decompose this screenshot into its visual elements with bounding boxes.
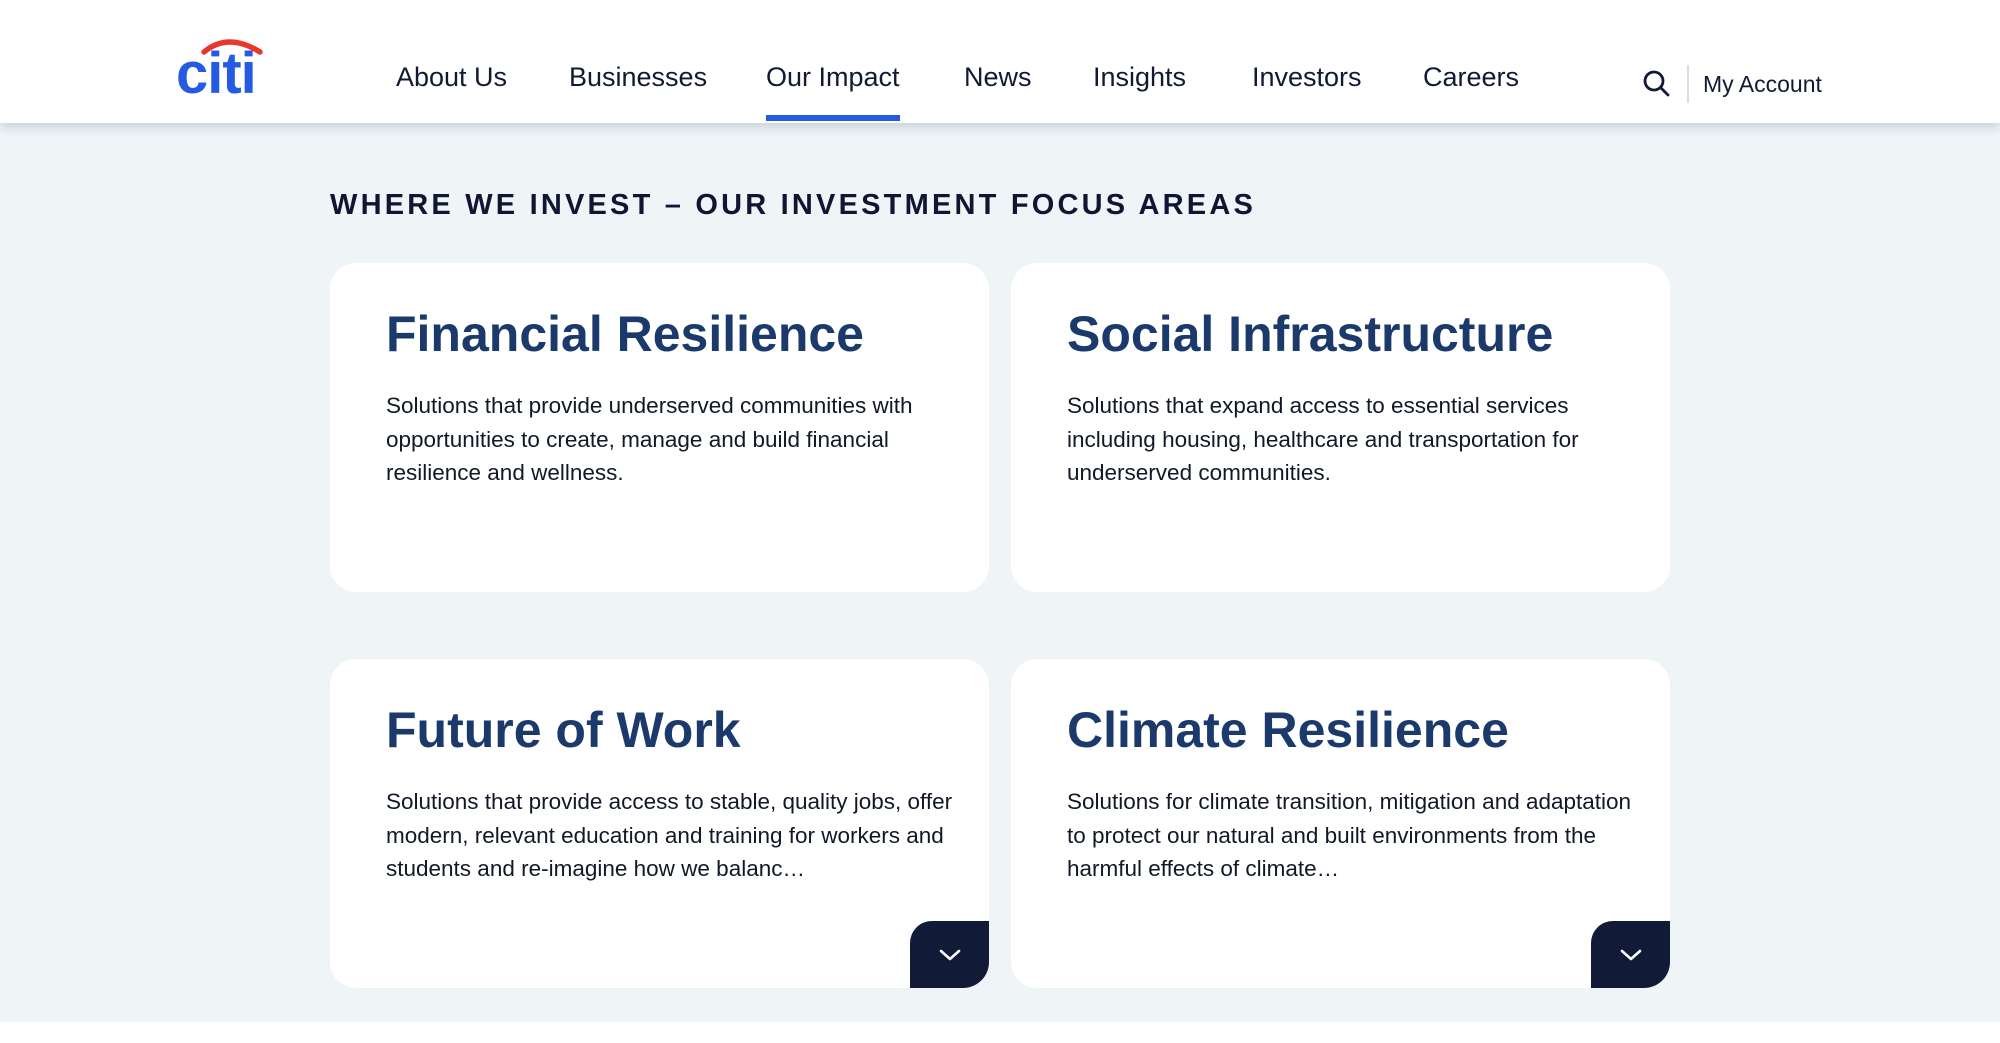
header-divider (1687, 65, 1689, 103)
investment-focus-section: WHERE WE INVEST – OUR INVESTMENT FOCUS A… (0, 123, 2000, 1022)
focus-card-climate-resilience: Climate Resilience Solutions for climate… (1011, 659, 1670, 988)
card-description: Solutions that provide underserved commu… (386, 393, 913, 485)
citi-logo[interactable]: citi (176, 36, 268, 106)
focus-card-future-of-work: Future of Work Solutions that provide ac… (330, 659, 989, 988)
nav-item-news[interactable]: News (964, 62, 1032, 93)
expand-button[interactable] (1591, 921, 1670, 988)
nav-item-insights[interactable]: Insights (1093, 62, 1186, 93)
expand-button[interactable] (910, 921, 989, 988)
nav-item-our-impact[interactable]: Our Impact (766, 62, 900, 121)
nav-item-careers[interactable]: Careers (1423, 62, 1519, 93)
card-title: Social Infrastructure (1067, 306, 1554, 362)
focus-card-social-infrastructure: Social Infrastructure Solutions that exp… (1011, 263, 1670, 592)
chevron-down-icon (939, 949, 960, 960)
card-title: Future of Work (386, 702, 741, 758)
nav-item-businesses[interactable]: Businesses (569, 62, 707, 93)
my-account-link[interactable]: My Account (1703, 71, 1822, 98)
card-description: Solutions that expand access to essentia… (1067, 393, 1579, 485)
focus-card-financial-resilience: Financial Resilience Solutions that prov… (330, 263, 989, 592)
logo-wordmark: citi (176, 41, 256, 96)
search-button[interactable] (1641, 68, 1673, 100)
site-header: citi About Us Businesses Our Impact News… (0, 0, 2000, 123)
nav-item-investors[interactable]: Investors (1252, 62, 1362, 93)
section-title: WHERE WE INVEST – OUR INVESTMENT FOCUS A… (330, 189, 1257, 221)
card-title: Climate Resilience (1067, 702, 1509, 758)
chevron-down-icon (1620, 949, 1641, 960)
card-description: Solutions that provide access to stable,… (386, 789, 953, 881)
card-title: Financial Resilience (386, 306, 864, 362)
search-icon (1643, 70, 1670, 97)
nav-item-about-us[interactable]: About Us (396, 62, 507, 93)
card-description: Solutions for climate transition, mitiga… (1067, 789, 1632, 881)
